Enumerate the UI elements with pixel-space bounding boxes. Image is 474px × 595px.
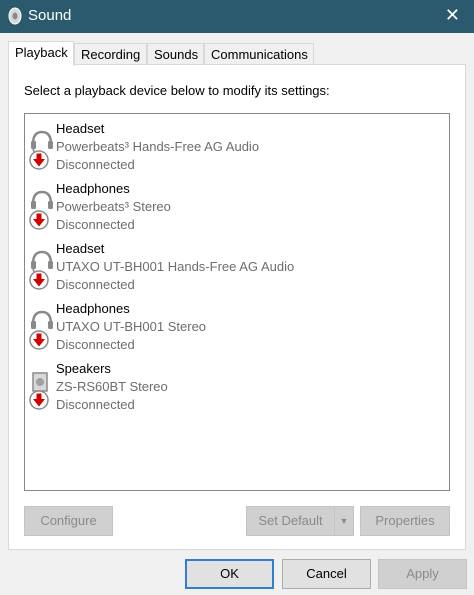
headset-icon	[29, 250, 53, 290]
ok-button[interactable]: OK	[185, 559, 274, 589]
headset-icon	[29, 130, 53, 170]
close-button[interactable]: ✕	[445, 5, 460, 26]
device-item[interactable]: Headphones Powerbeats³ Stereo Disconnect…	[25, 179, 449, 237]
properties-button[interactable]: Properties	[360, 506, 450, 536]
device-status: Disconnected	[56, 337, 135, 352]
device-name: Headset	[56, 241, 105, 256]
tab-recording[interactable]: Recording	[74, 43, 147, 65]
headphones-icon	[29, 190, 53, 230]
device-list[interactable]: Headset Powerbeats³ Hands-Free AG Audio …	[24, 113, 450, 491]
device-item[interactable]: Headphones UTAXO UT-BH001 Stereo Disconn…	[25, 299, 449, 357]
device-item[interactable]: Headset UTAXO UT-BH001 Hands-Free AG Aud…	[25, 239, 449, 297]
device-name: Speakers	[56, 361, 111, 376]
instruction-text: Select a playback device below to modify…	[24, 83, 330, 98]
device-name: Headphones	[56, 181, 130, 196]
device-name: Headset	[56, 121, 105, 136]
headphones-icon	[29, 310, 53, 350]
device-description: UTAXO UT-BH001 Hands-Free AG Audio	[56, 259, 295, 274]
playback-panel: Select a playback device below to modify…	[8, 64, 466, 550]
disconnected-arrow-icon	[29, 390, 49, 410]
window-title: Sound	[28, 7, 72, 24]
speaker-app-icon	[8, 7, 22, 25]
title-bar: Sound ✕	[0, 0, 474, 33]
device-name: Headphones	[56, 301, 130, 316]
tab-playback[interactable]: Playback	[8, 41, 74, 66]
cancel-button[interactable]: Cancel	[282, 559, 371, 589]
device-status: Disconnected	[56, 397, 135, 412]
device-description: Powerbeats³ Stereo	[56, 199, 171, 214]
speaker-icon	[29, 372, 49, 410]
device-item[interactable]: Speakers ZS-RS60BT Stereo Disconnected	[25, 359, 449, 417]
tab-communications[interactable]: Communications	[204, 43, 314, 65]
device-description: Powerbeats³ Hands-Free AG Audio	[56, 139, 260, 154]
device-description: ZS-RS60BT Stereo	[56, 379, 168, 394]
set-default-dropdown-arrow[interactable]: ▼	[334, 506, 354, 536]
disconnected-arrow-icon	[29, 330, 49, 350]
configure-button[interactable]: Configure	[24, 506, 113, 536]
device-description: UTAXO UT-BH001 Stereo	[56, 319, 207, 334]
disconnected-arrow-icon	[29, 150, 49, 170]
apply-button[interactable]: Apply	[378, 559, 467, 589]
device-item[interactable]: Headset Powerbeats³ Hands-Free AG Audio …	[25, 119, 449, 177]
disconnected-arrow-icon	[29, 270, 49, 290]
device-status: Disconnected	[56, 217, 135, 232]
tab-sounds[interactable]: Sounds	[147, 43, 204, 65]
device-status: Disconnected	[56, 157, 135, 172]
set-default-button[interactable]: Set Default	[246, 506, 335, 536]
device-status: Disconnected	[56, 277, 135, 292]
disconnected-arrow-icon	[29, 210, 49, 230]
